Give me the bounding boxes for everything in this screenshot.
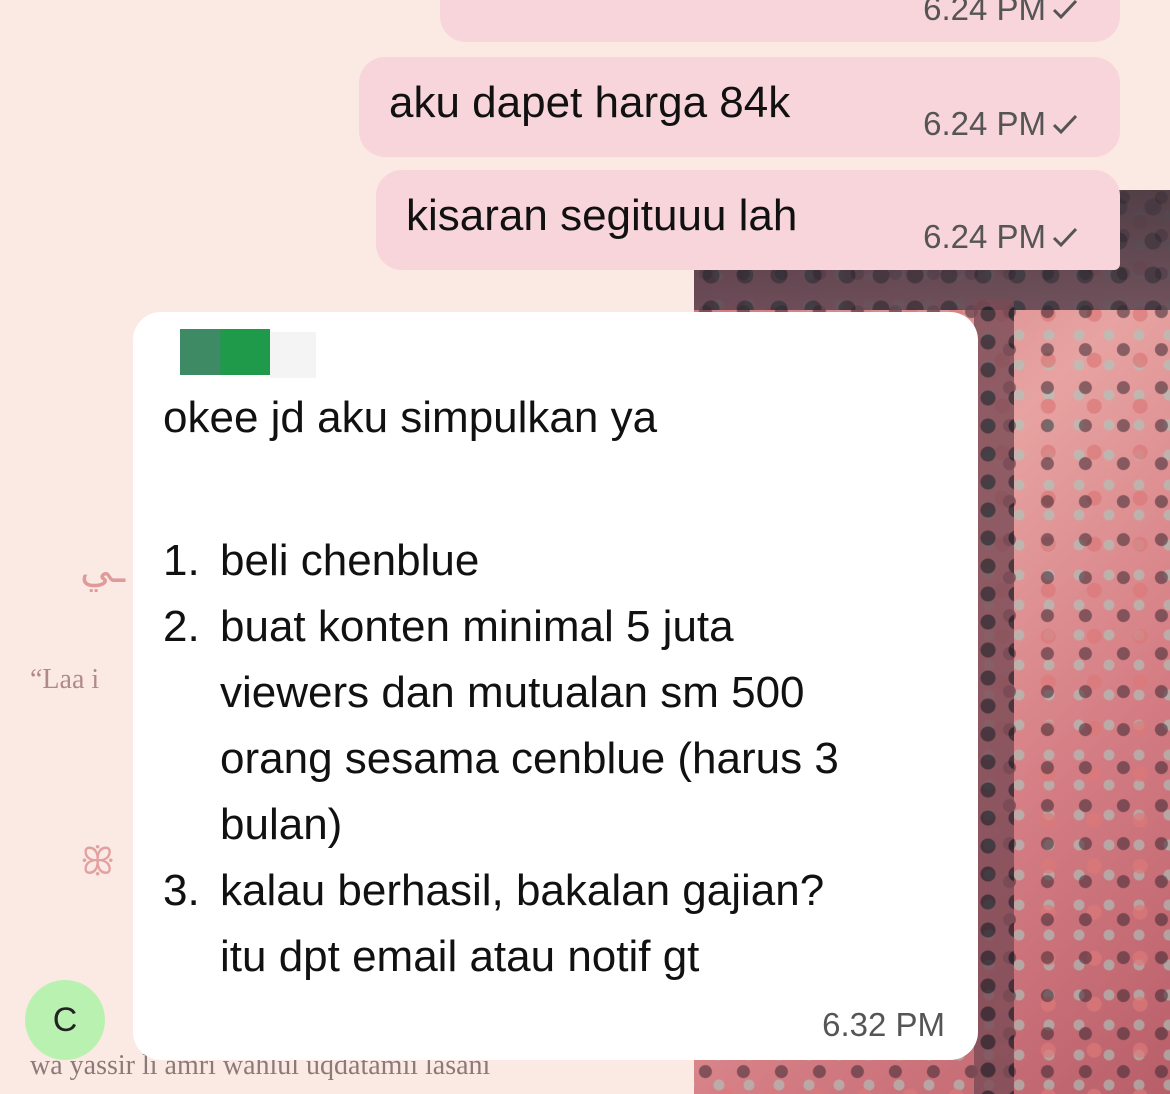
outgoing-message[interactable]: kisaran segituuu lah 6.24 PM (376, 170, 1120, 270)
wallpaper-arabic-text: ـي (80, 546, 126, 591)
list-line: buat konten minimal 5 juta (220, 602, 734, 651)
message-time: 6.24 PM (923, 0, 1046, 27)
check-icon (1052, 227, 1078, 248)
list-number: 1. (163, 536, 200, 585)
list-line: beli chenblue (220, 536, 480, 585)
list-number: 3. (163, 866, 200, 915)
message-time: 6.24 PM (923, 105, 1046, 142)
avatar-initial: C (52, 1000, 78, 1039)
rug-side-border (974, 300, 1014, 1094)
message-text: kisaran segituuu lah (406, 191, 798, 240)
message-meta: 6.24 PM (923, 218, 1080, 256)
message-first-line: okee jd aku simpulkan ya (163, 393, 658, 442)
list-line: viewers dan mutualan sm 500 (220, 668, 805, 717)
list-line: orang sesama cenblue (harus 3 (220, 734, 839, 783)
message-meta: 6.24 PM (923, 105, 1080, 143)
message-time: 6.24 PM (923, 218, 1046, 255)
sender-name-redacted (180, 329, 270, 375)
wallpaper-quote: “Laa i (30, 664, 100, 695)
message-text: aku dapet harga 84k (389, 78, 791, 127)
list-line: bulan) (220, 800, 343, 849)
outgoing-message[interactable]: 6.24 PM (440, 0, 1120, 42)
check-icon (1052, 0, 1078, 20)
incoming-message[interactable]: okee jd aku simpulkan ya 1. beli chenblu… (133, 312, 978, 1060)
message-meta: 6.24 PM (923, 0, 1080, 28)
list-line: itu dpt email atau notif gt (220, 932, 700, 981)
wallpaper-ornament: ꕥ (80, 841, 116, 883)
outgoing-message[interactable]: aku dapet harga 84k 6.24 PM (359, 57, 1120, 157)
list-number: 2. (163, 602, 200, 651)
message-time: 6.32 PM (822, 1006, 945, 1043)
sender-avatar[interactable]: C (25, 980, 105, 1060)
sender-name-redacted-tail (270, 332, 316, 378)
list-line: kalau berhasil, bakalan gajian? (220, 866, 825, 915)
check-icon (1052, 114, 1078, 135)
